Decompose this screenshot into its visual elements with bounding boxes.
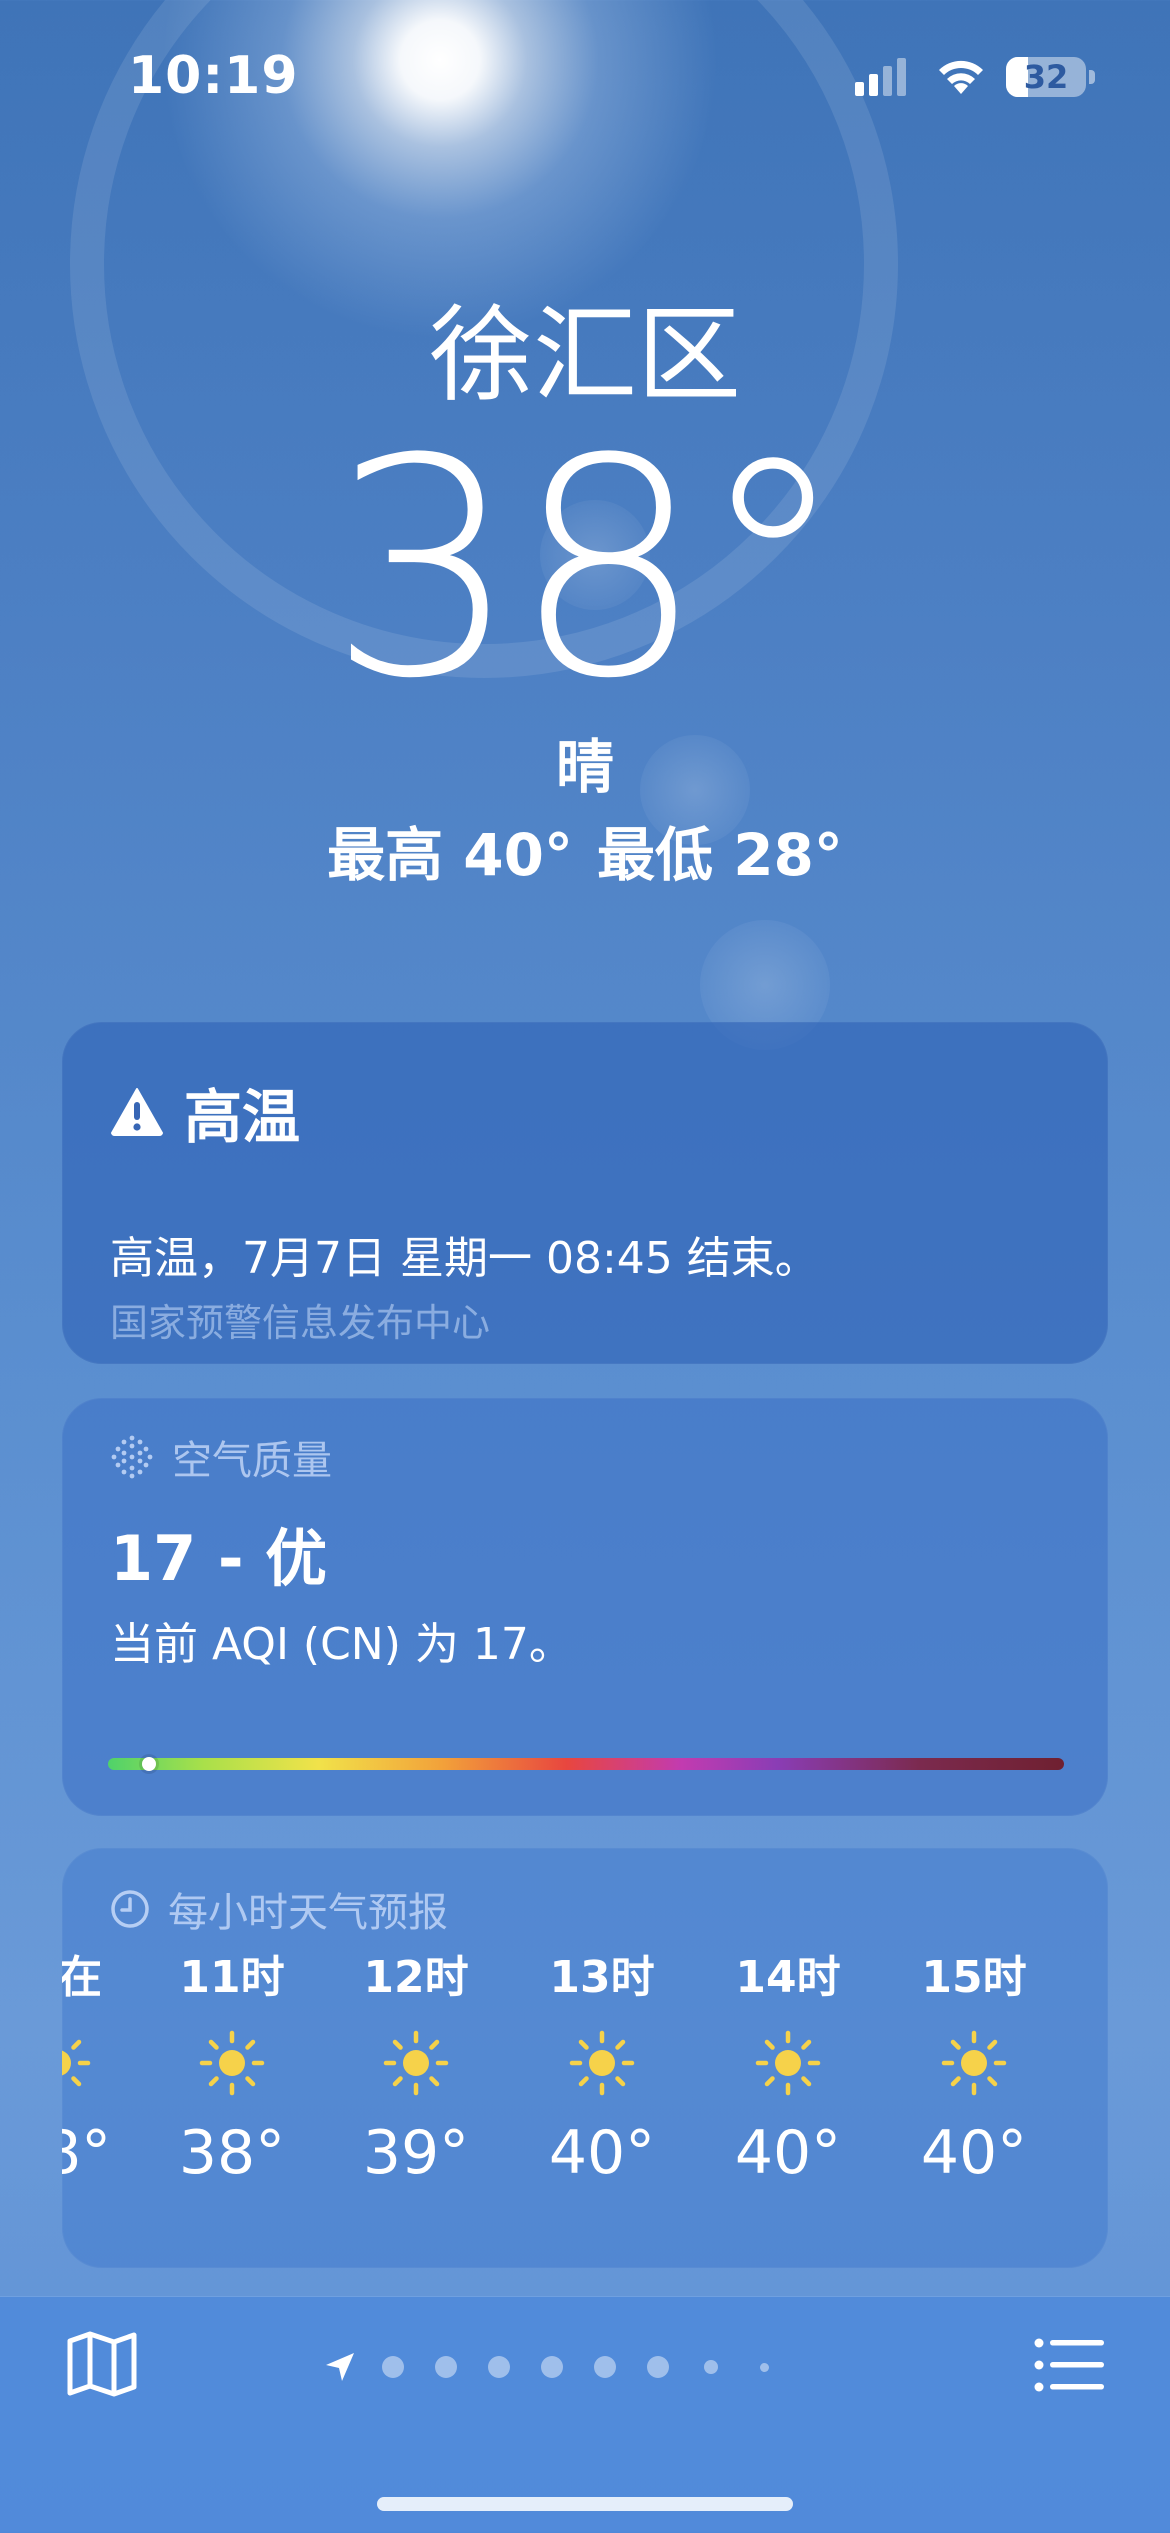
hourly-title: 每小时天气预报: [168, 1890, 448, 1936]
aqi-scale-bar: [108, 1758, 1064, 1770]
location-arrow-icon[interactable]: [323, 2350, 357, 2384]
warning-icon: [111, 1088, 163, 1136]
hourly-item: 15时 40°: [904, 1948, 1044, 2188]
bottom-toolbar: [0, 2296, 1170, 2533]
page-dot[interactable]: [541, 2356, 563, 2378]
page-dot[interactable]: [647, 2356, 669, 2378]
page-dot[interactable]: [594, 2356, 616, 2378]
hourly-item: 11时 38°: [162, 1948, 302, 2188]
alert-title-row: 高温: [110, 1070, 300, 1154]
battery-icon: 32: [1006, 57, 1086, 97]
list-icon[interactable]: [1034, 2337, 1104, 2393]
hourly-item: 14时 40°: [718, 1948, 858, 2188]
page-dot[interactable]: [488, 2356, 510, 2378]
hourly-item: 13时 40°: [532, 1948, 672, 2188]
hour-temperature: 40°: [734, 2118, 842, 2188]
aqi-level-marker: [142, 1757, 156, 1771]
page-dot[interactable]: [382, 2356, 404, 2378]
hourly-item: 现在 38°: [62, 1948, 128, 2188]
sun-icon: [904, 2008, 1044, 2118]
low-temperature: 最低 28°: [597, 821, 843, 889]
alert-message: 高温，7月7日 星期一 08:45 结束。: [110, 1233, 819, 1284]
hour-label: 15时: [921, 1952, 1027, 2003]
location-name: 徐汇区: [428, 294, 741, 416]
hour-temperature: 38°: [178, 2118, 286, 2188]
high-temperature: 最高 40°: [327, 821, 573, 889]
sun-icon: [62, 2008, 128, 2118]
hour-temperature: 39°: [362, 2118, 470, 2188]
hourly-forecast-card[interactable]: 每小时天气预报 现在38°11时38°12时39°13时40°14时40°15时…: [62, 1848, 1108, 2268]
aqi-description: 当前 AQI (CN) 为 17。: [110, 1619, 573, 1670]
alert-source: 国家预警信息发布中心: [110, 1301, 491, 1345]
battery-level: 32: [1023, 58, 1069, 96]
weather-condition: 晴: [555, 733, 614, 801]
current-temperature: 38°: [328, 395, 848, 744]
sun-icon: [346, 2008, 486, 2118]
signal-icon: [855, 58, 906, 96]
weather-alert-card[interactable]: 高温 高温，7月7日 星期一 08:45 结束。 国家预警信息发布中心: [62, 1022, 1108, 1364]
map-icon[interactable]: [66, 2331, 138, 2397]
page-dot[interactable]: [435, 2356, 457, 2378]
sun-icon: [532, 2008, 672, 2118]
air-quality-card[interactable]: 空气质量 17 - 优 当前 AQI (CN) 为 17。: [62, 1398, 1108, 1816]
high-low-temperature: 最高 40° 最低 28°: [0, 808, 1170, 892]
page-dot[interactable]: [704, 2360, 718, 2374]
status-bar: 10:19 32: [0, 0, 1170, 150]
aqi-header: 空气质量: [110, 1428, 332, 1486]
sun-icon: [162, 2008, 302, 2118]
hour-label: 12时: [363, 1952, 469, 2003]
page-dot[interactable]: [759, 2362, 769, 2372]
alert-title: 高温: [184, 1083, 301, 1151]
air-quality-icon: [111, 1435, 153, 1479]
hour-label: 14时: [735, 1952, 841, 2003]
aqi-value: 17 - 优: [110, 1522, 328, 1595]
home-indicator[interactable]: [377, 2497, 793, 2511]
status-time: 10:19: [128, 46, 299, 106]
hour-temperature: 40°: [548, 2118, 656, 2188]
aqi-title: 空气质量: [172, 1438, 332, 1484]
clock-icon: [111, 1890, 149, 1928]
hour-label: 11时: [179, 1952, 285, 2003]
page-indicator[interactable]: [325, 2347, 845, 2387]
hour-label: 现在: [62, 1952, 102, 2003]
hour-label: 13时: [549, 1952, 655, 2003]
battery-tip: [1089, 70, 1095, 84]
hourly-item: 12时 39°: [346, 1948, 486, 2188]
wifi-icon: [939, 60, 983, 94]
hourly-header: 每小时天气预报: [110, 1880, 448, 1938]
hour-temperature: 38°: [62, 2118, 112, 2188]
hour-temperature: 40°: [920, 2118, 1028, 2188]
sun-icon: [718, 2008, 858, 2118]
